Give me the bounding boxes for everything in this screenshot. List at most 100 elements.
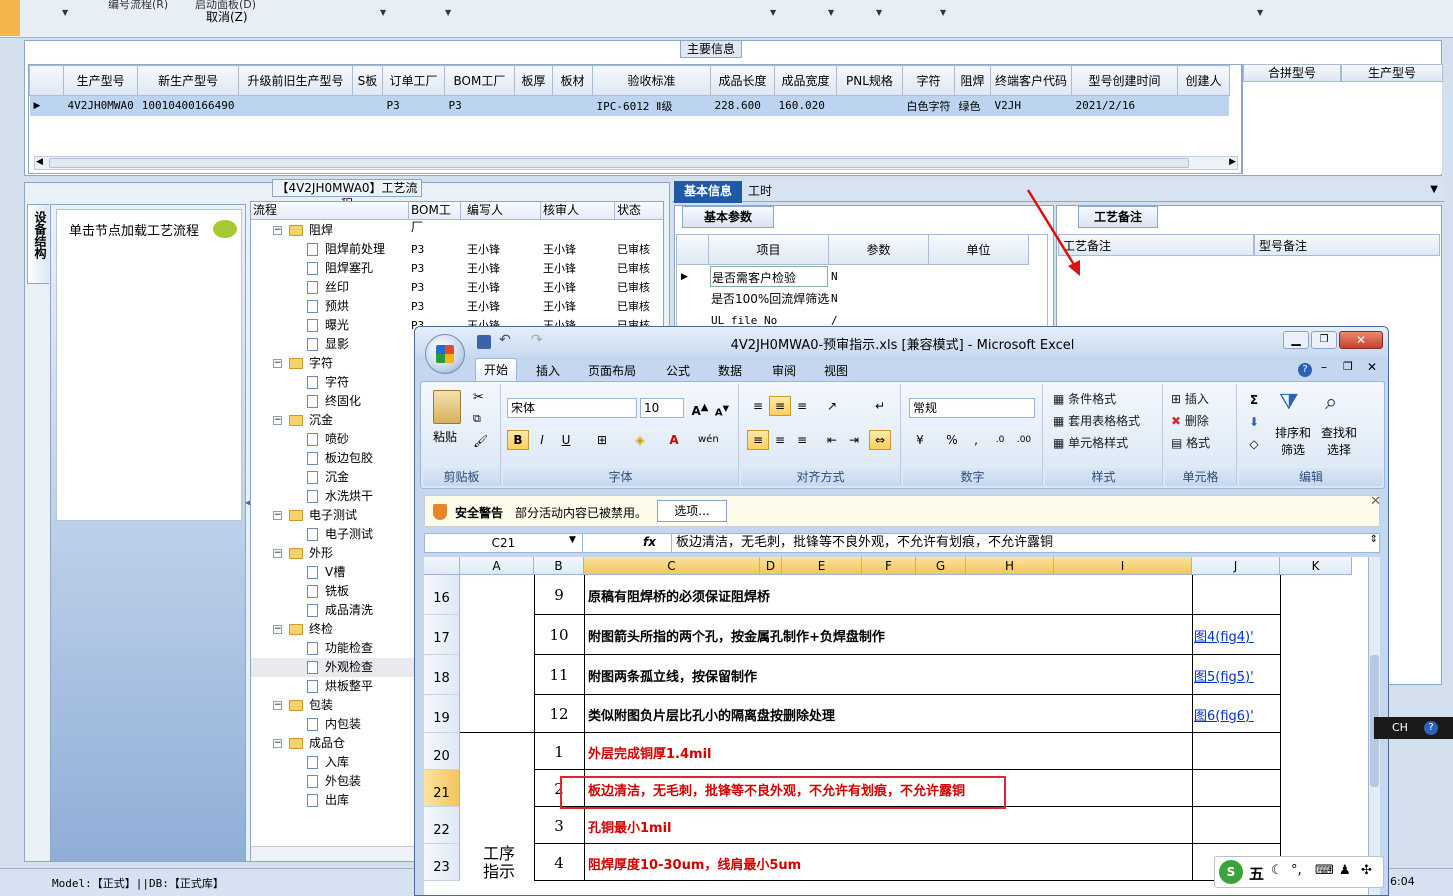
row-header[interactable]: 20: [424, 733, 460, 770]
number-format-combo[interactable]: 常规: [909, 398, 1035, 418]
phonetic-icon[interactable]: wén: [697, 430, 719, 450]
row-header[interactable]: 23: [424, 844, 460, 881]
dropdown-arrow-icon[interactable]: ▼: [445, 8, 451, 17]
table-cell[interactable]: [836, 95, 903, 116]
table-cell[interactable]: 是否100%回流焊筛选: [711, 288, 829, 310]
table-cell[interactable]: [514, 95, 553, 116]
ribbon-close-icon[interactable]: ✕: [1367, 360, 1377, 374]
cell-step-number[interactable]: 3: [534, 817, 584, 835]
column-header[interactable]: PNL规格: [835, 65, 903, 96]
cell-step-number[interactable]: 9: [534, 586, 584, 604]
dropdown-arrow-icon[interactable]: ▼: [62, 8, 68, 17]
column-header[interactable]: 板厚: [513, 65, 553, 96]
ribbon-tab-review[interactable]: 审阅: [772, 361, 796, 381]
fill-color-icon[interactable]: ◈: [629, 430, 651, 450]
align-middle-icon[interactable]: ≡: [769, 396, 791, 416]
ribbon-tab-formulas[interactable]: 公式: [666, 361, 690, 381]
column-header-a[interactable]: A: [460, 557, 534, 575]
row-header[interactable]: 21: [424, 770, 460, 807]
close-icon[interactable]: ✕: [1339, 331, 1383, 349]
scrollbar-thumb[interactable]: [49, 158, 1189, 168]
paste-button[interactable]: 粘贴: [433, 428, 457, 445]
column-header[interactable]: 成品宽度: [773, 65, 837, 96]
collapse-icon[interactable]: −: [273, 625, 282, 634]
cell-instruction[interactable]: 附图箭头所指的两个孔，按金属孔制作+负焊盘制作: [588, 626, 885, 645]
align-center-icon[interactable]: ≡: [769, 430, 791, 450]
row-header[interactable]: 17: [424, 615, 460, 655]
collapse-icon[interactable]: −: [273, 549, 282, 558]
delete-cells-button[interactable]: ✖ 删除: [1171, 412, 1209, 429]
cell-styles-button[interactable]: ▦ 单元格样式: [1053, 434, 1128, 451]
collapse-icon[interactable]: −: [273, 359, 282, 368]
column-header[interactable]: 新生产型号: [137, 65, 239, 96]
ribbon-restore-icon[interactable]: ❐: [1343, 360, 1353, 373]
column-header[interactable]: 状态: [615, 202, 663, 220]
dropdown-arrow-icon[interactable]: ▼: [1430, 184, 1438, 195]
column-header[interactable]: 生产型号: [1341, 64, 1443, 82]
column-header[interactable]: 核审人: [541, 202, 615, 220]
column-header[interactable]: 创建人: [1176, 65, 1230, 96]
autosum-icon[interactable]: Σ: [1243, 390, 1265, 410]
toolbox-icon[interactable]: ✣: [1361, 863, 1372, 878]
column-header-e[interactable]: E: [782, 557, 862, 575]
close-icon[interactable]: ✕: [1370, 494, 1381, 509]
cell-step-number[interactable]: 11: [534, 666, 584, 684]
load-process-hint[interactable]: 单击节点加载工艺流程: [69, 220, 199, 239]
italic-icon[interactable]: I: [531, 430, 553, 450]
format-painter-icon[interactable]: 🖌: [473, 434, 488, 448]
column-header[interactable]: 板材: [551, 65, 593, 96]
wrap-text-icon[interactable]: ↵: [869, 396, 891, 416]
help-icon[interactable]: ?: [1424, 721, 1438, 735]
column-header[interactable]: 参数: [829, 235, 929, 265]
column-header[interactable]: 字符: [901, 65, 955, 96]
cell-instruction[interactable]: 外层完成铜厚1.4mil: [588, 743, 712, 762]
conditional-format-button[interactable]: ▦ 条件格式: [1053, 390, 1116, 407]
column-header-c[interactable]: C: [584, 557, 760, 575]
dropdown-arrow-icon[interactable]: ▼: [380, 8, 386, 17]
row-header[interactable]: 19: [424, 695, 460, 733]
tab-work-hours[interactable]: 工时: [748, 181, 788, 203]
column-header-k[interactable]: K: [1280, 557, 1352, 575]
column-header-h[interactable]: H: [966, 557, 1054, 575]
column-header[interactable]: BOM工厂: [443, 65, 515, 96]
horizontal-scrollbar[interactable]: ◀ ▶: [34, 156, 1238, 170]
cell-step-number[interactable]: 12: [534, 705, 584, 723]
cell-figure-link[interactable]: 图4(fig4)': [1194, 626, 1254, 645]
align-right-icon[interactable]: ≡: [791, 430, 813, 450]
table-cell[interactable]: 160.020: [774, 95, 837, 116]
table-cell[interactable]: [1177, 95, 1230, 116]
column-header[interactable]: 型号备注: [1254, 234, 1440, 256]
ribbon-tab-view[interactable]: 视图: [824, 361, 848, 381]
decrease-indent-icon[interactable]: ⇤: [821, 430, 843, 450]
cell-step-number[interactable]: 10: [534, 626, 584, 644]
help-icon[interactable]: ?: [1298, 363, 1312, 377]
tree-node[interactable]: 预烘 P3 王小锋 王小锋 已审核: [251, 297, 663, 316]
menu-item-flow[interactable]: 编号流程(R): [108, 0, 168, 12]
column-header[interactable]: 流程: [251, 202, 409, 220]
dropdown-arrow-icon[interactable]: ▼: [569, 535, 576, 545]
table-cell[interactable]: [552, 95, 593, 116]
language-bar[interactable]: CH ?: [1374, 717, 1453, 739]
cell-instruction[interactable]: 附图两条孤立线，按保留制作: [588, 666, 757, 685]
table-row[interactable]: 是否100%回流焊筛选 N: [677, 288, 1049, 310]
font-size-combo[interactable]: 10: [640, 398, 684, 418]
column-header[interactable]: 升级前旧生产型号: [237, 65, 353, 96]
column-header[interactable]: 验收标准: [591, 65, 711, 96]
copy-icon[interactable]: ⧉: [473, 412, 481, 426]
formula-input[interactable]: 板边清洁，无毛刺，批锋等不良外观，不允许有划痕，不允许露铜: [671, 534, 1365, 552]
font-color-icon[interactable]: A: [663, 430, 685, 450]
table-cell[interactable]: 228.600: [710, 95, 775, 116]
column-header-b[interactable]: B: [534, 557, 584, 575]
grow-font-icon[interactable]: A▲: [689, 398, 711, 418]
moon-icon[interactable]: ☾: [1271, 863, 1283, 878]
dropdown-arrow-icon[interactable]: ▼: [940, 8, 946, 17]
select-all-corner[interactable]: [424, 557, 460, 575]
tree-node[interactable]: 阻焊塞孔 P3 王小锋 王小锋 已审核: [251, 259, 663, 278]
orientation-icon[interactable]: ↗: [821, 396, 843, 416]
notes-title[interactable]: 工艺备注: [1078, 206, 1158, 228]
table-cell[interactable]: 绿色: [954, 95, 991, 116]
tab-equipment-structure[interactable]: 设备结构: [27, 204, 49, 284]
tree-node[interactable]: − 阻焊: [251, 221, 663, 240]
column-header-d[interactable]: D: [760, 557, 782, 575]
column-header-i[interactable]: I: [1054, 557, 1192, 575]
